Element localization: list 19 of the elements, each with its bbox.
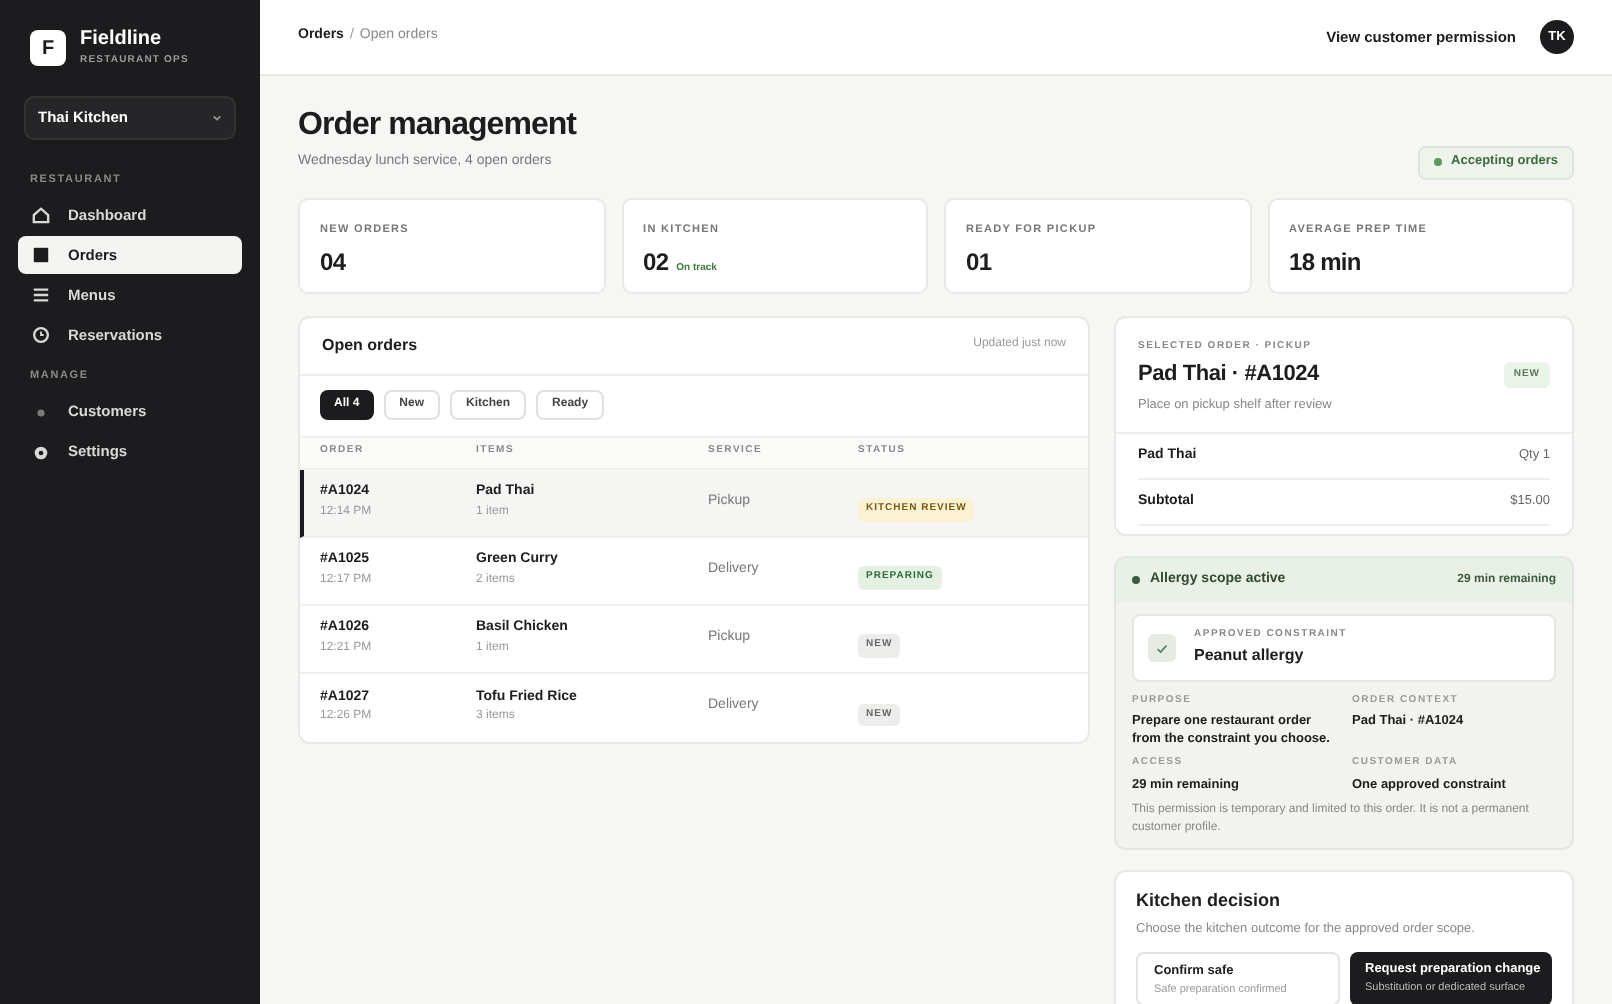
stat-value: 18 min: [1289, 245, 1361, 280]
settings-icon: [32, 443, 50, 461]
logo: F: [30, 30, 66, 66]
home-icon: [32, 206, 50, 225]
grid-icon: [32, 286, 50, 305]
brand-name: Fieldline: [80, 28, 164, 53]
page-title: Order management: [298, 106, 577, 146]
selected-order-title: Pad Thai · #A1024: [1138, 360, 1319, 390]
stat-value: 02: [643, 245, 669, 280]
square-icon: [32, 246, 50, 265]
constraint-value: Peanut allergy: [1194, 643, 1306, 668]
stat-value: 04: [320, 245, 346, 280]
card-title: Open orders: [322, 333, 418, 357]
chevron-down-icon: [212, 114, 222, 122]
clock-icon: [32, 326, 50, 345]
dot-icon: [32, 403, 50, 421]
decision-title: Kitchen decision: [1136, 887, 1283, 914]
check-icon: [1148, 634, 1176, 662]
stat-value: 01: [966, 245, 992, 280]
